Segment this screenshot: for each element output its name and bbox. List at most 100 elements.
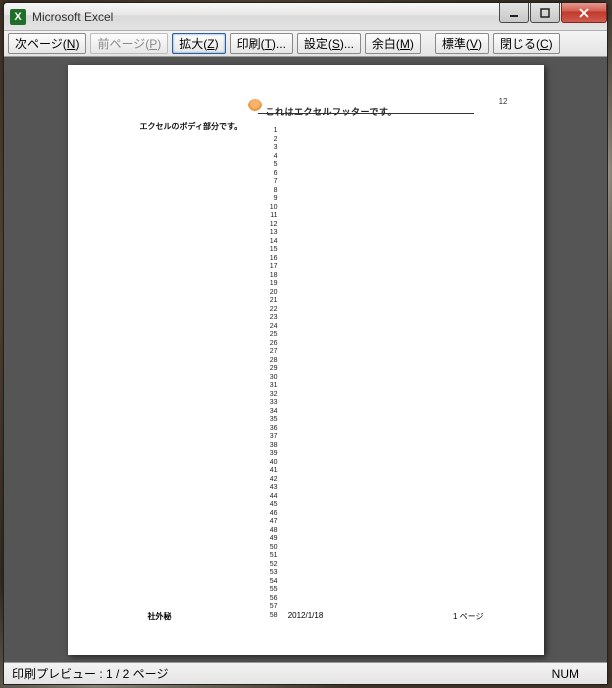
margins-button[interactable]: 余白(M) <box>365 33 421 54</box>
row-number: 55 <box>264 586 278 594</box>
preview-page: 12 これはエクセルフッターです。 エクセルのボディ部分です。 12345678… <box>68 65 544 655</box>
row-number: 33 <box>264 399 278 407</box>
maximize-icon <box>539 7 551 19</box>
status-text: 印刷プレビュー : 1 / 2 ページ <box>12 665 168 682</box>
preview-toolbar: 次ページ(N) 前ページ(P) 拡大(Z) 印刷(T)... 設定(S)... … <box>4 31 607 57</box>
row-number: 49 <box>264 535 278 543</box>
row-number: 24 <box>264 323 278 331</box>
row-number: 34 <box>264 408 278 416</box>
page-setup-button[interactable]: 設定(S)... <box>297 33 361 54</box>
row-number: 8 <box>264 187 278 195</box>
row-number: 41 <box>264 467 278 475</box>
row-number: 10 <box>264 204 278 212</box>
footer-right: 1 ページ <box>453 611 484 622</box>
close-button[interactable] <box>561 3 607 23</box>
row-number: 22 <box>264 306 278 314</box>
row-number: 31 <box>264 382 278 390</box>
row-number: 2 <box>264 136 278 144</box>
row-number: 20 <box>264 289 278 297</box>
header-avatar-icon <box>248 99 262 113</box>
status-indicator: NUM <box>552 667 579 681</box>
header-text: これはエクセルフッターです。 <box>266 105 398 118</box>
print-preview-viewport[interactable]: 12 これはエクセルフッターです。 エクセルのボディ部分です。 12345678… <box>4 57 607 662</box>
row-number: 7 <box>264 178 278 186</box>
body-label: エクセルのボディ部分です。 <box>140 121 243 132</box>
print-button[interactable]: 印刷(T)... <box>230 33 293 54</box>
window: Microsoft Excel 次ページ(N) 前ページ(P) 拡大(Z) 印刷… <box>3 2 608 685</box>
status-bar: 印刷プレビュー : 1 / 2 ページ NUM <box>4 662 607 684</box>
row-number: 17 <box>264 263 278 271</box>
row-number: 30 <box>264 374 278 382</box>
row-number: 29 <box>264 365 278 373</box>
row-number: 6 <box>264 170 278 178</box>
row-number: 18 <box>264 272 278 280</box>
row-number: 54 <box>264 578 278 586</box>
page-footer: 社外秘 2012/1/18 1 ページ <box>68 611 544 623</box>
close-preview-button[interactable]: 閉じる(C) <box>493 33 560 54</box>
window-controls <box>498 3 607 23</box>
row-number: 35 <box>264 416 278 424</box>
row-number: 56 <box>264 595 278 603</box>
row-number: 44 <box>264 493 278 501</box>
row-number: 9 <box>264 195 278 203</box>
header-number: 12 <box>499 97 508 106</box>
row-number: 13 <box>264 229 278 237</box>
row-number: 43 <box>264 484 278 492</box>
normal-view-button[interactable]: 標準(V) <box>435 33 489 54</box>
row-number: 42 <box>264 476 278 484</box>
row-number: 53 <box>264 569 278 577</box>
label: 設定( <box>304 37 332 51</box>
row-number: 5 <box>264 161 278 169</box>
row-number: 36 <box>264 425 278 433</box>
row-number: 23 <box>264 314 278 322</box>
row-number: 57 <box>264 603 278 611</box>
row-number: 27 <box>264 348 278 356</box>
label: ) <box>215 37 219 51</box>
accel: T <box>265 37 272 51</box>
accel: C <box>540 37 549 51</box>
minimize-button[interactable] <box>499 3 529 23</box>
accel: S <box>332 37 340 51</box>
row-number: 25 <box>264 331 278 339</box>
label: 次ページ( <box>15 37 67 51</box>
titlebar: Microsoft Excel <box>4 3 607 31</box>
row-number: 48 <box>264 527 278 535</box>
label: ) <box>75 37 79 51</box>
footer-center: 2012/1/18 <box>288 611 324 620</box>
row-number: 26 <box>264 340 278 348</box>
row-number: 3 <box>264 144 278 152</box>
next-page-button[interactable]: 次ページ(N) <box>8 33 86 54</box>
label: 余白( <box>372 37 400 51</box>
row-number: 52 <box>264 561 278 569</box>
row-number: 38 <box>264 442 278 450</box>
row-number: 14 <box>264 238 278 246</box>
accel: Z <box>207 37 214 51</box>
row-number-column: 1234567891011121314151617181920212223242… <box>264 127 278 620</box>
row-number: 37 <box>264 433 278 441</box>
row-number: 32 <box>264 391 278 399</box>
label: 前ページ( <box>97 37 149 51</box>
row-number: 28 <box>264 357 278 365</box>
label: ) <box>157 37 161 51</box>
label: )... <box>340 37 354 51</box>
maximize-button[interactable] <box>530 3 560 23</box>
row-number: 11 <box>264 212 278 220</box>
row-number: 50 <box>264 544 278 552</box>
row-number: 40 <box>264 459 278 467</box>
label: 標準( <box>442 37 470 51</box>
prev-page-button[interactable]: 前ページ(P) <box>90 33 168 54</box>
row-number: 19 <box>264 280 278 288</box>
label: 印刷( <box>237 37 265 51</box>
label: ) <box>549 37 553 51</box>
close-icon <box>578 7 590 19</box>
window-title: Microsoft Excel <box>32 10 113 24</box>
row-number: 47 <box>264 518 278 526</box>
row-number: 1 <box>264 127 278 135</box>
label: )... <box>272 37 286 51</box>
zoom-button[interactable]: 拡大(Z) <box>172 33 225 54</box>
row-number: 46 <box>264 510 278 518</box>
minimize-icon <box>508 7 520 19</box>
row-number: 39 <box>264 450 278 458</box>
header-underline <box>258 113 474 114</box>
row-number: 51 <box>264 552 278 560</box>
